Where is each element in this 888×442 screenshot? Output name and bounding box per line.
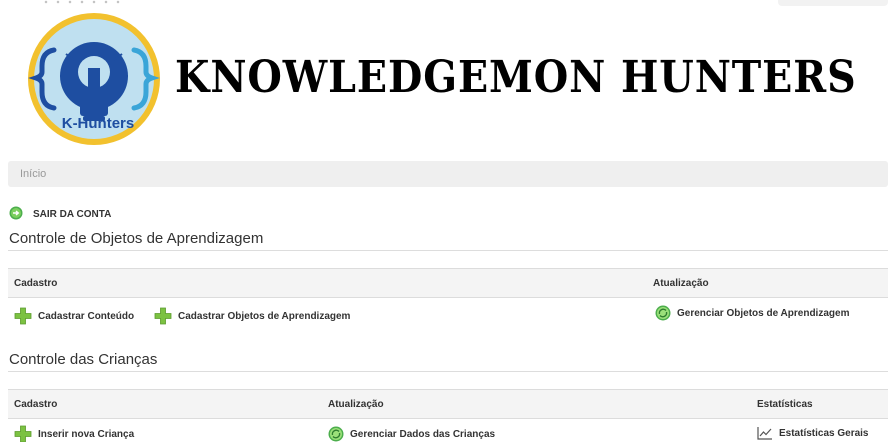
manage-children-link[interactable]: Gerenciar Dados das Crianças [328, 426, 495, 442]
register-objects-label: Cadastrar Objetos de Aprendizagem [178, 310, 351, 322]
plus-icon [14, 307, 32, 325]
top-bar-fragment [0, 0, 888, 8]
register-content-link[interactable]: Cadastrar Conteúdo [14, 307, 134, 325]
general-stats-link[interactable]: Estatísticas Gerais [757, 426, 869, 440]
register-objects-link[interactable]: Cadastrar Objetos de Aprendizagem [154, 307, 350, 325]
children-section-title: Controle das Crianças [9, 351, 158, 368]
top-right-control[interactable] [778, 0, 888, 6]
insert-child-link[interactable]: Inserir nova Criança [14, 425, 134, 442]
logout-link[interactable]: SAIR DA CONTA [9, 206, 111, 220]
plus-icon [14, 425, 32, 442]
objects-section-title: Controle de Objetos de Aprendizagem [9, 230, 264, 247]
section-divider [8, 371, 888, 372]
register-content-label: Cadastrar Conteúdo [38, 310, 135, 322]
insert-child-label: Inserir nova Criança [38, 428, 135, 440]
manage-objects-link[interactable]: Gerenciar Objetos de Aprendizagem [655, 305, 849, 321]
manage-children-label: Gerenciar Dados das Crianças [350, 428, 496, 440]
column-atualizacao: Atualização [653, 278, 709, 289]
section-divider [8, 250, 888, 251]
manage-objects-label: Gerenciar Objetos de Aprendizagem [677, 307, 850, 319]
breadcrumb: Início [8, 161, 888, 187]
column-cadastro: Cadastro [14, 278, 58, 289]
logout-icon [9, 206, 23, 220]
refresh-icon [328, 426, 344, 442]
general-stats-label: Estatísticas Gerais [779, 427, 869, 439]
column-cadastro: Cadastro [14, 399, 58, 410]
brand-title: KNOWLEDGEMON HUNTERS [175, 52, 857, 103]
top-dots [40, 0, 120, 4]
refresh-icon [655, 305, 671, 321]
logout-label: SAIR DA CONTA [33, 208, 112, 220]
plus-icon [154, 307, 172, 325]
column-estatisticas: Estatísticas [757, 399, 813, 410]
logo-text: K-Hunters [61, 115, 135, 132]
children-table-header: Cadastro Atualização Estatísticas [8, 389, 888, 419]
column-atualizacao: Atualização [328, 399, 384, 410]
line-chart-icon [757, 427, 772, 440]
breadcrumb-home[interactable]: Início [20, 168, 46, 180]
objects-table-header: Cadastro Atualização [8, 268, 888, 298]
